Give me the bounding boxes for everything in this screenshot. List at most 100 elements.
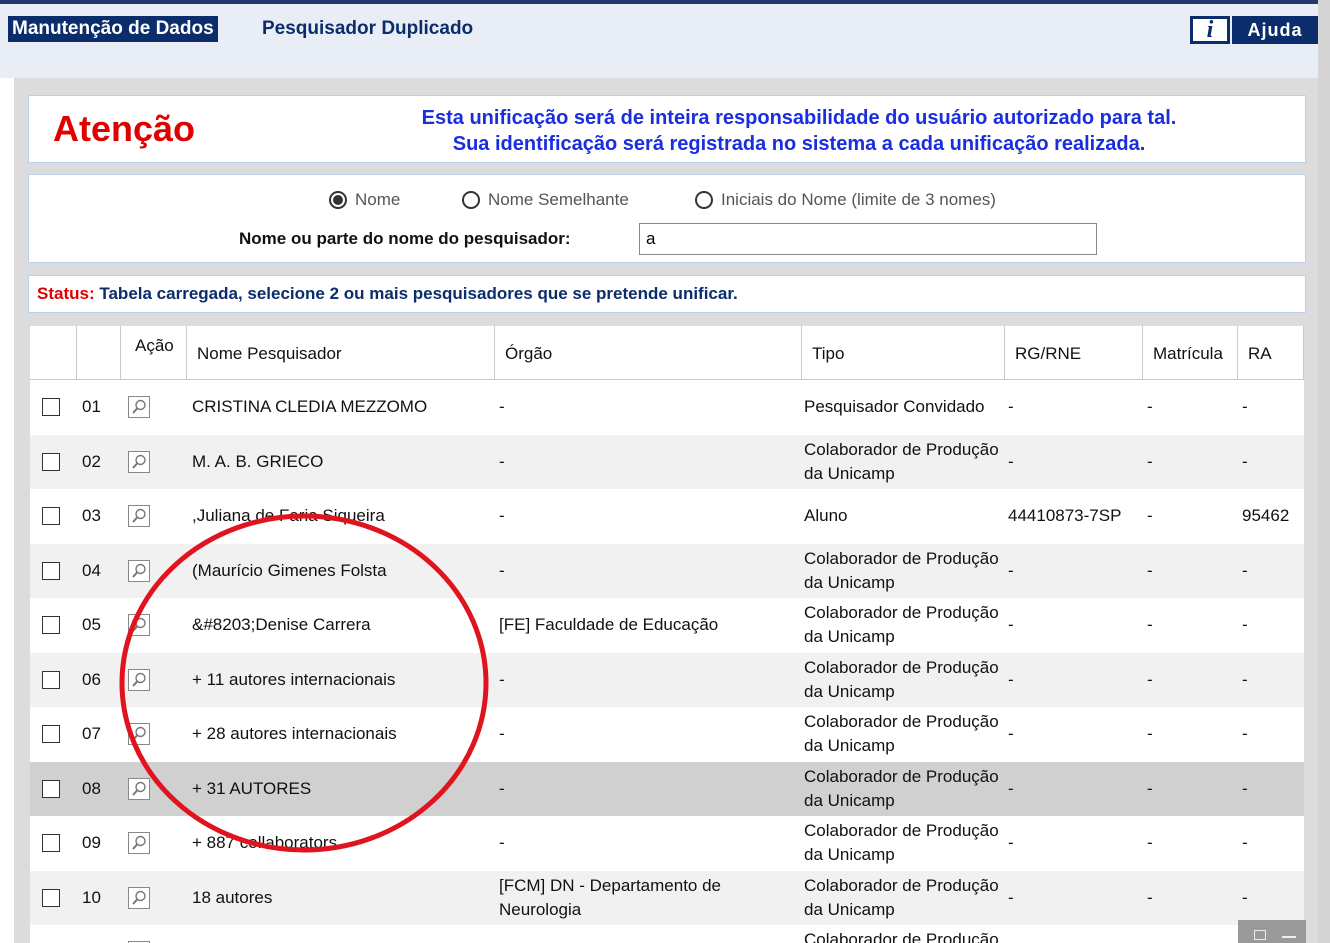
row-ra: - [1242,397,1248,417]
row-checkbox[interactable] [42,616,60,635]
row-checkbox[interactable] [42,834,60,853]
table-row[interactable]: 02 M. A. B. GRIECO - Colaborador de Produçã… [30,434,1304,490]
row-checkbox[interactable] [42,398,60,417]
minimize-icon[interactable] [1282,936,1296,938]
row-name: M. A. B. GRIECO [192,451,324,471]
radio-label: Nome Semelhante [488,190,629,209]
column-header-number [77,326,121,380]
row-checkbox-cell [42,489,72,544]
status-text: Tabela carregada, selecione 2 ou mais pe… [99,284,738,303]
table-row[interactable]: 10 18 autores [FCM] DN - Departamento de N… [30,870,1304,926]
magnifier-icon[interactable] [128,886,150,909]
row-tipo: Colaborador de Produção da Unicamp [804,821,999,865]
magnifier-icon[interactable] [128,832,150,855]
row-name: + 11 autores internacionais [192,669,396,689]
row-checkbox[interactable] [42,725,60,744]
magnifier-icon[interactable] [128,450,150,473]
row-orgao: - [499,451,505,471]
table-row[interactable]: 03 ,Juliana de Faria Siqueira - Aluno 444108… [30,489,1304,544]
row-matricula: - [1147,560,1153,580]
row-matricula: - [1147,724,1153,744]
warning-line-1: Esta unificação será de inteira responsa… [421,107,1177,129]
radio-circle[interactable] [462,191,480,209]
row-ra: - [1242,669,1248,689]
row-ra: 95462 [1242,506,1290,526]
row-tipo: Colaborador de Produção da Unicamp [804,712,999,756]
magnifier-icon[interactable] [128,668,150,691]
row-rg: - [1008,669,1014,689]
breadcrumb-section[interactable]: Manutenção de Dados [8,16,218,42]
row-tipo: Colaborador de Produção da Unicamp [804,930,999,943]
row-matricula: - [1147,615,1153,635]
row-num: 07 [82,724,101,744]
row-matricula: - [1147,925,1237,943]
table-row[interactable]: 06 + 11 autores internacionais - Colaborado… [30,652,1304,708]
row-ra: - [1242,451,1248,471]
row-action-cell [128,871,168,926]
radio-iniciais-do-nome[interactable]: Iniciais do Nome (limite de 3 nomes) [695,189,996,211]
column-header-orgao: Órgão [495,326,802,380]
column-header-rg: RG/RNE [1005,326,1143,380]
magnifier-icon[interactable] [128,505,150,528]
search-input[interactable] [639,223,1097,255]
magnifier-icon[interactable] [128,559,150,582]
row-action-cell [128,435,168,490]
table-row[interactable]: 08 + 31 AUTORES - Colaborador de Produção d… [30,761,1304,816]
row-name: CRISTINA CLEDIA MEZZOMO [192,397,428,417]
radio-nome[interactable]: Nome [329,189,400,211]
warning-panel: Atenção Esta unificação será de inteira … [28,95,1306,163]
window-scrollbar[interactable] [1318,0,1330,943]
row-tipo: Colaborador de Produção da Unicamp [804,603,999,647]
column-header-tipo: Tipo [802,326,1005,380]
row-ra: - [1242,887,1248,907]
row-checkbox[interactable] [42,779,60,798]
row-orgao: - [499,925,799,943]
row-action-cell [128,653,168,708]
table-row[interactable]: 1171 Colaboradores Estudo Clínico 1009-C… [30,925,1304,943]
row-checkbox-cell [42,598,72,653]
warning-title: Atenção [53,108,196,149]
table-row[interactable]: 07 + 28 autores internacionais - Colaborado… [30,707,1304,762]
table-row[interactable]: 04 (Maurício Gimenes Folsta - Colaborador d… [30,543,1304,598]
row-num: 06 [82,669,101,689]
table-row[interactable]: 09 + 887 collaborators - Colaborador de Pro… [30,816,1304,871]
expand-icon[interactable] [1254,930,1266,940]
row-name: 71 Colaboradores Estudo Clínico 1009 [192,925,492,943]
row-checkbox[interactable] [42,452,60,471]
row-matricula: - [1147,778,1153,798]
row-action-cell [128,925,168,943]
row-name: + 887 collaborators [192,833,338,853]
row-name: &#8203;Denise Carrera [192,615,371,635]
row-num: 05 [82,615,101,635]
row-name: (Maurício Gimenes Folsta [192,560,387,580]
radio-nome-semelhante[interactable]: Nome Semelhante [462,189,629,211]
minimized-toolbar[interactable] [1238,920,1306,943]
row-checkbox[interactable] [42,888,60,907]
column-header-select [30,326,77,380]
row-checkbox[interactable] [42,561,60,580]
row-tipo: Aluno [804,506,848,526]
magnifier-icon[interactable] [128,777,150,800]
radio-dot [333,195,343,205]
row-action-cell [128,707,168,762]
table-row[interactable]: 05 &#8203;Denise Carrera [FE] Faculdade de… [30,598,1304,653]
help-button[interactable]: Ajuda [1232,16,1318,44]
row-orgao: - [499,397,505,417]
row-tipo: Colaborador de Produção da Unicamp [804,875,999,919]
magnifier-icon[interactable] [128,396,150,419]
row-tipo: Colaborador de Produção da Unicamp [804,766,999,810]
table-row[interactable]: 01 CRISTINA CLEDIA MEZZOMO - Pesquisador Co… [30,380,1304,435]
row-matricula: - [1147,669,1153,689]
radio-circle[interactable] [329,191,347,209]
info-icon[interactable]: i [1190,16,1230,44]
row-rg: - [1008,724,1014,744]
row-orgao: - [499,724,505,744]
row-checkbox[interactable] [42,507,60,526]
magnifier-icon[interactable] [128,723,150,746]
radio-circle[interactable] [695,191,713,209]
row-num: 08 [82,778,101,798]
row-checkbox[interactable] [42,670,60,689]
row-rg: - [1008,615,1014,635]
row-num: 11 [82,925,122,943]
magnifier-icon[interactable] [128,614,150,637]
